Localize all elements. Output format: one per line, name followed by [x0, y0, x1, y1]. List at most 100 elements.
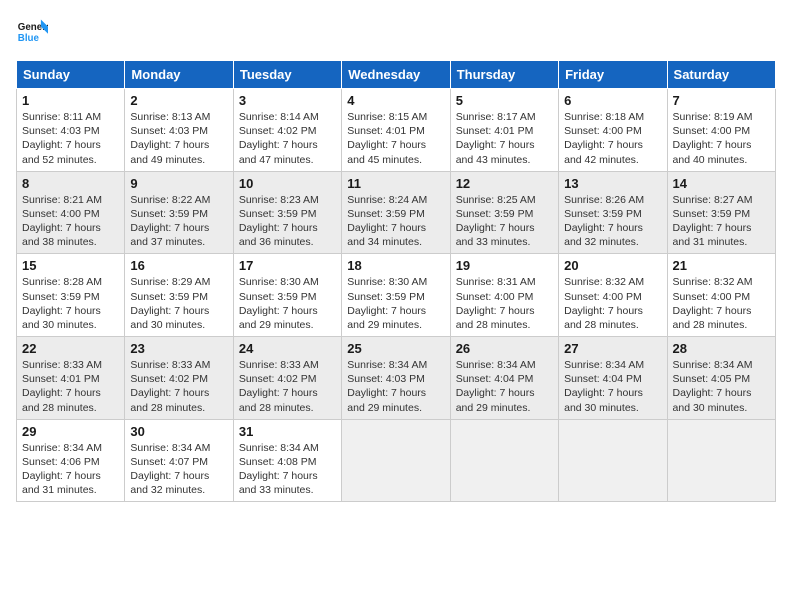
day-number: 23 — [130, 341, 227, 356]
day-info: Sunrise: 8:34 AM Sunset: 4:06 PM Dayligh… — [22, 441, 119, 498]
day-cell-1: 1 Sunrise: 8:11 AM Sunset: 4:03 PM Daylig… — [17, 89, 125, 172]
day-header-tuesday: Tuesday — [233, 61, 341, 89]
day-cell-15: 15Sunrise: 8:28 AM Sunset: 3:59 PM Dayli… — [17, 254, 125, 337]
day-info: Sunrise: 8:23 AM Sunset: 3:59 PM Dayligh… — [239, 193, 336, 250]
day-info: Sunrise: 8:18 AM Sunset: 4:00 PM Dayligh… — [564, 110, 661, 167]
day-info: Sunrise: 8:19 AM Sunset: 4:00 PM Dayligh… — [673, 110, 770, 167]
day-header-wednesday: Wednesday — [342, 61, 450, 89]
day-cell-8: 8Sunrise: 8:21 AM Sunset: 4:00 PM Daylig… — [17, 171, 125, 254]
week-row-4: 22Sunrise: 8:33 AM Sunset: 4:01 PM Dayli… — [17, 337, 776, 420]
day-info: Sunrise: 8:32 AM Sunset: 4:00 PM Dayligh… — [564, 275, 661, 332]
empty-cell — [450, 419, 558, 502]
week-row-5: 29 Sunrise: 8:34 AM Sunset: 4:06 PM Dayli… — [17, 419, 776, 502]
day-cell-25: 25 Sunrise: 8:34 AM Sunset: 4:03 PM Dayli… — [342, 337, 450, 420]
day-cell-18: 18 Sunrise: 8:30 AM Sunset: 3:59 PM Dayli… — [342, 254, 450, 337]
svg-text:Blue: Blue — [18, 33, 40, 44]
day-cell-31: 31Sunrise: 8:34 AM Sunset: 4:08 PM Dayli… — [233, 419, 341, 502]
week-row-3: 15Sunrise: 8:28 AM Sunset: 3:59 PM Dayli… — [17, 254, 776, 337]
day-number: 18 — [347, 258, 444, 273]
week-row-1: 1 Sunrise: 8:11 AM Sunset: 4:03 PM Daylig… — [17, 89, 776, 172]
day-header-sunday: Sunday — [17, 61, 125, 89]
day-info: Sunrise: 8:33 AM Sunset: 4:01 PM Dayligh… — [22, 358, 119, 415]
day-cell-4: 4 Sunrise: 8:15 AM Sunset: 4:01 PM Daylig… — [342, 89, 450, 172]
day-cell-9: 9 Sunrise: 8:22 AM Sunset: 3:59 PM Daylig… — [125, 171, 233, 254]
day-number: 17 — [239, 258, 336, 273]
day-info: Sunrise: 8:33 AM Sunset: 4:02 PM Dayligh… — [130, 358, 227, 415]
day-info: Sunrise: 8:17 AM Sunset: 4:01 PM Dayligh… — [456, 110, 553, 167]
day-info: Sunrise: 8:32 AM Sunset: 4:00 PM Dayligh… — [673, 275, 770, 332]
day-header-saturday: Saturday — [667, 61, 775, 89]
day-cell-12: 12 Sunrise: 8:25 AM Sunset: 3:59 PM Dayli… — [450, 171, 558, 254]
day-cell-22: 22Sunrise: 8:33 AM Sunset: 4:01 PM Dayli… — [17, 337, 125, 420]
day-number: 15 — [22, 258, 119, 273]
day-cell-13: 13 Sunrise: 8:26 AM Sunset: 3:59 PM Dayli… — [559, 171, 667, 254]
day-number: 30 — [130, 424, 227, 439]
day-cell-17: 17 Sunrise: 8:30 AM Sunset: 3:59 PM Dayli… — [233, 254, 341, 337]
day-cell-23: 23 Sunrise: 8:33 AM Sunset: 4:02 PM Dayli… — [125, 337, 233, 420]
day-number: 13 — [564, 176, 661, 191]
logo-icon: General Blue — [16, 16, 48, 48]
day-cell-2: 2 Sunrise: 8:13 AM Sunset: 4:03 PM Daylig… — [125, 89, 233, 172]
day-cell-14: 14Sunrise: 8:27 AM Sunset: 3:59 PM Dayli… — [667, 171, 775, 254]
day-cell-30: 30Sunrise: 8:34 AM Sunset: 4:07 PM Dayli… — [125, 419, 233, 502]
day-number: 16 — [130, 258, 227, 273]
day-cell-24: 24 Sunrise: 8:33 AM Sunset: 4:02 PM Dayli… — [233, 337, 341, 420]
day-cell-29: 29 Sunrise: 8:34 AM Sunset: 4:06 PM Dayli… — [17, 419, 125, 502]
day-cell-26: 26 Sunrise: 8:34 AM Sunset: 4:04 PM Dayli… — [450, 337, 558, 420]
day-number: 14 — [673, 176, 770, 191]
empty-cell — [342, 419, 450, 502]
empty-cell — [559, 419, 667, 502]
day-number: 1 — [22, 93, 119, 108]
day-number: 10 — [239, 176, 336, 191]
day-cell-6: 6 Sunrise: 8:18 AM Sunset: 4:00 PM Daylig… — [559, 89, 667, 172]
day-info: Sunrise: 8:34 AM Sunset: 4:04 PM Dayligh… — [564, 358, 661, 415]
day-number: 11 — [347, 176, 444, 191]
logo: General Blue — [16, 16, 48, 48]
day-cell-21: 21Sunrise: 8:32 AM Sunset: 4:00 PM Dayli… — [667, 254, 775, 337]
day-number: 19 — [456, 258, 553, 273]
day-number: 25 — [347, 341, 444, 356]
week-row-2: 8Sunrise: 8:21 AM Sunset: 4:00 PM Daylig… — [17, 171, 776, 254]
empty-cell — [667, 419, 775, 502]
day-info: Sunrise: 8:25 AM Sunset: 3:59 PM Dayligh… — [456, 193, 553, 250]
day-cell-16: 16Sunrise: 8:29 AM Sunset: 3:59 PM Dayli… — [125, 254, 233, 337]
day-number: 5 — [456, 93, 553, 108]
day-cell-27: 27 Sunrise: 8:34 AM Sunset: 4:04 PM Dayli… — [559, 337, 667, 420]
day-header-thursday: Thursday — [450, 61, 558, 89]
day-number: 29 — [22, 424, 119, 439]
day-info: Sunrise: 8:15 AM Sunset: 4:01 PM Dayligh… — [347, 110, 444, 167]
day-cell-5: 5 Sunrise: 8:17 AM Sunset: 4:01 PM Daylig… — [450, 89, 558, 172]
day-info: Sunrise: 8:34 AM Sunset: 4:04 PM Dayligh… — [456, 358, 553, 415]
day-cell-20: 20 Sunrise: 8:32 AM Sunset: 4:00 PM Dayli… — [559, 254, 667, 337]
day-cell-10: 10 Sunrise: 8:23 AM Sunset: 3:59 PM Dayli… — [233, 171, 341, 254]
day-info: Sunrise: 8:22 AM Sunset: 3:59 PM Dayligh… — [130, 193, 227, 250]
day-info: Sunrise: 8:31 AM Sunset: 4:00 PM Dayligh… — [456, 275, 553, 332]
day-number: 20 — [564, 258, 661, 273]
day-cell-19: 19 Sunrise: 8:31 AM Sunset: 4:00 PM Dayli… — [450, 254, 558, 337]
day-info: Sunrise: 8:11 AM Sunset: 4:03 PM Dayligh… — [22, 110, 119, 167]
day-number: 8 — [22, 176, 119, 191]
day-header-friday: Friday — [559, 61, 667, 89]
day-info: Sunrise: 8:34 AM Sunset: 4:03 PM Dayligh… — [347, 358, 444, 415]
day-number: 6 — [564, 93, 661, 108]
page-header: General Blue — [16, 16, 776, 48]
day-number: 9 — [130, 176, 227, 191]
day-number: 4 — [347, 93, 444, 108]
day-number: 7 — [673, 93, 770, 108]
day-number: 2 — [130, 93, 227, 108]
day-info: Sunrise: 8:34 AM Sunset: 4:08 PM Dayligh… — [239, 441, 336, 498]
day-info: Sunrise: 8:26 AM Sunset: 3:59 PM Dayligh… — [564, 193, 661, 250]
day-number: 24 — [239, 341, 336, 356]
day-number: 27 — [564, 341, 661, 356]
day-info: Sunrise: 8:13 AM Sunset: 4:03 PM Dayligh… — [130, 110, 227, 167]
day-info: Sunrise: 8:30 AM Sunset: 3:59 PM Dayligh… — [347, 275, 444, 332]
day-number: 26 — [456, 341, 553, 356]
day-info: Sunrise: 8:14 AM Sunset: 4:02 PM Dayligh… — [239, 110, 336, 167]
day-number: 28 — [673, 341, 770, 356]
day-cell-28: 28Sunrise: 8:34 AM Sunset: 4:05 PM Dayli… — [667, 337, 775, 420]
day-cell-11: 11Sunrise: 8:24 AM Sunset: 3:59 PM Dayli… — [342, 171, 450, 254]
day-number: 12 — [456, 176, 553, 191]
day-info: Sunrise: 8:30 AM Sunset: 3:59 PM Dayligh… — [239, 275, 336, 332]
day-number: 3 — [239, 93, 336, 108]
day-info: Sunrise: 8:33 AM Sunset: 4:02 PM Dayligh… — [239, 358, 336, 415]
